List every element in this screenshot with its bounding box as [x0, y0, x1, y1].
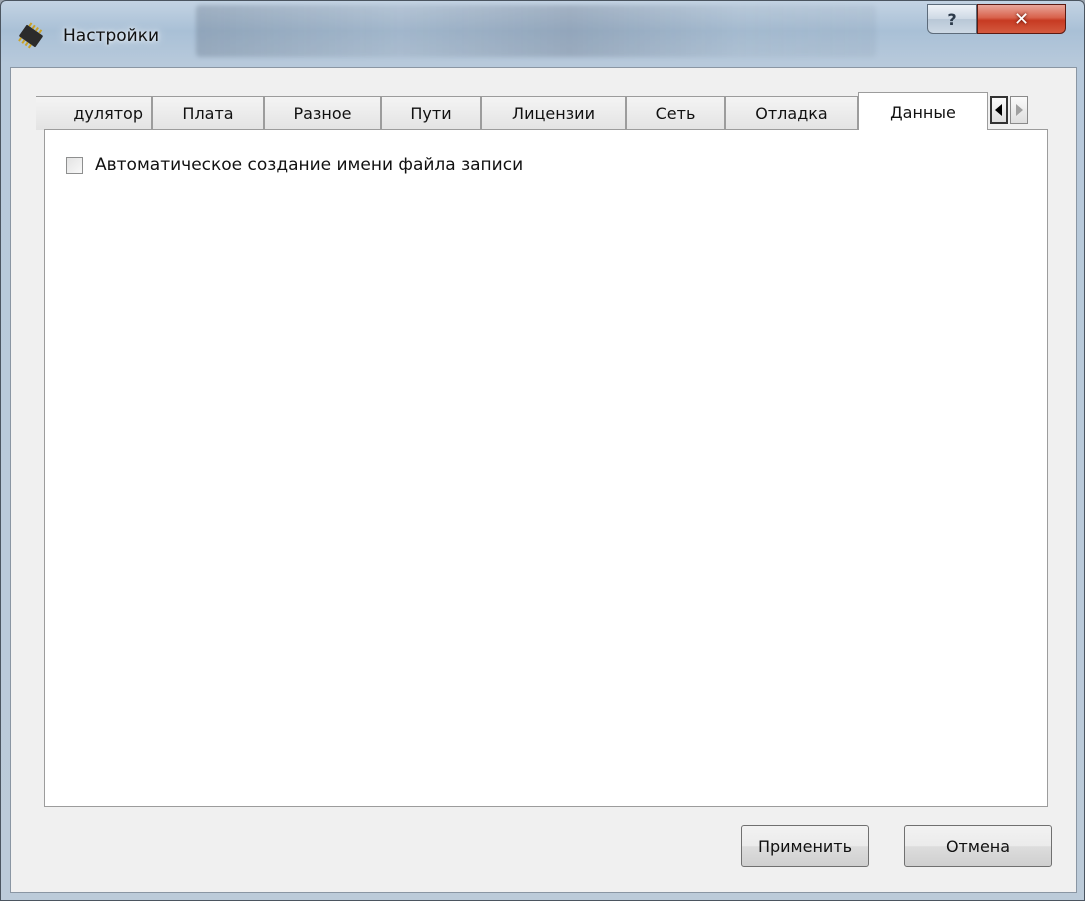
close-button[interactable]: ✕: [977, 4, 1066, 34]
window-title: Настройки: [63, 26, 160, 46]
apply-button-label: Применить: [757, 836, 853, 856]
cancel-button-label: Отмена: [945, 836, 1011, 856]
tab-label: Данные: [890, 102, 956, 122]
tab-scroll-left-button[interactable]: [990, 96, 1008, 124]
title-bar[interactable]: Настройки ? ✕: [1, 1, 1084, 67]
tab-label: Пути: [410, 104, 452, 123]
tab-network[interactable]: Сеть: [626, 96, 725, 130]
tab-debug[interactable]: Отладка: [725, 96, 858, 130]
close-icon: ✕: [1013, 8, 1030, 30]
app-chip-icon: [18, 22, 43, 49]
tab-emulator[interactable]: дулятор: [36, 96, 152, 130]
tab-label: Сеть: [655, 104, 696, 123]
tab-page-data: [44, 129, 1048, 807]
auto-filename-label[interactable]: Автоматическое создание имени файла запи…: [95, 155, 523, 175]
tab-scroll-right-button[interactable]: [1010, 96, 1028, 124]
tab-label: Разное: [293, 104, 352, 123]
tab-licenses[interactable]: Лицензии: [481, 96, 626, 130]
tab-misc[interactable]: Разное: [264, 96, 381, 130]
tab-data[interactable]: Данные: [858, 92, 988, 130]
tab-label: Лицензии: [512, 104, 595, 123]
tab-bar: дулятор Плата Разное Пути Лицензии Сеть …: [36, 92, 988, 130]
triangle-left-icon: [995, 104, 1002, 116]
tab-label: Плата: [182, 104, 234, 123]
auto-filename-checkbox[interactable]: [66, 156, 83, 174]
tab-label: дулятор: [73, 104, 143, 123]
triangle-right-icon: [1016, 104, 1023, 116]
tab-board[interactable]: Плата: [152, 96, 264, 130]
tab-label: Отладка: [755, 104, 828, 123]
help-icon: ?: [947, 9, 957, 29]
tab-paths[interactable]: Пути: [381, 96, 481, 130]
apply-button[interactable]: Применить: [741, 825, 869, 867]
auto-filename-option[interactable]: Автоматическое создание имени файла запи…: [66, 155, 523, 175]
help-button[interactable]: ?: [927, 4, 977, 34]
cancel-button[interactable]: Отмена: [904, 825, 1052, 867]
title-bar-background: [196, 5, 876, 57]
